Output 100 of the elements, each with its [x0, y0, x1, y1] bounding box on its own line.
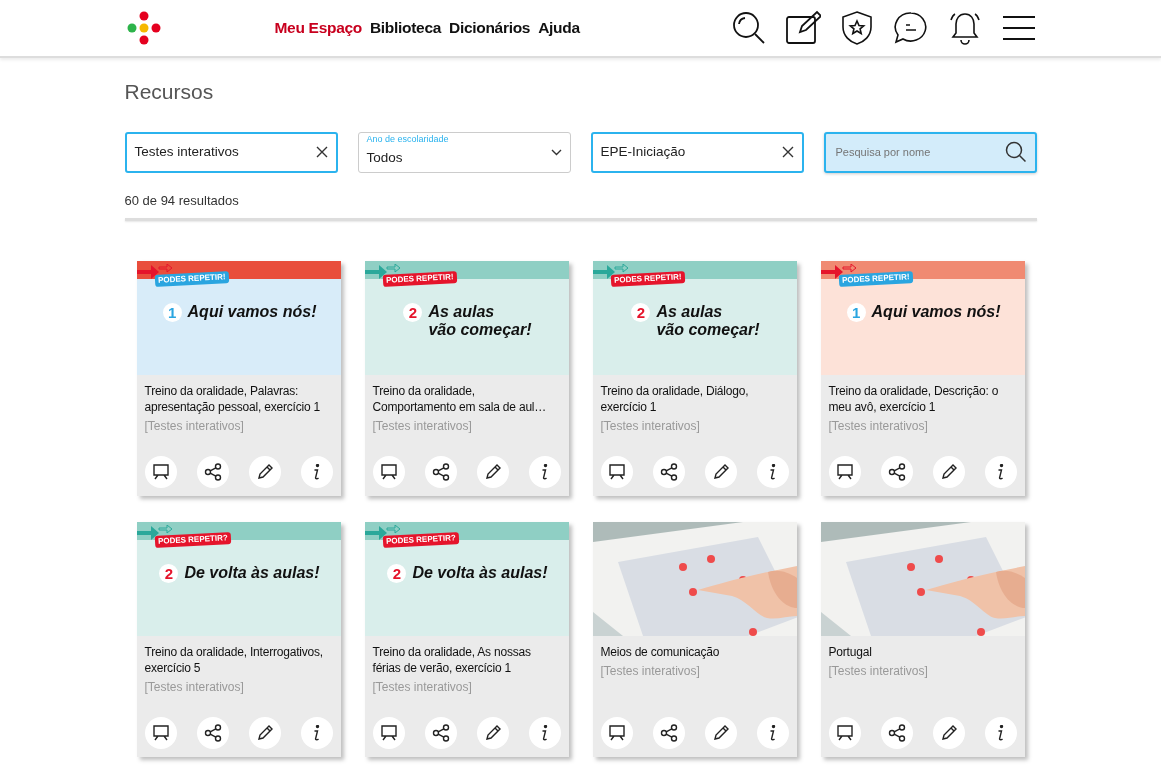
share-icon — [658, 462, 679, 482]
presentation-icon — [834, 462, 855, 482]
resource-card[interactable]: PODES REPETIR! 2 As aulas vão começar! Treino da oralidade, Comportamento em sala de aul… [Testes interativos] — [364, 261, 569, 496]
presentation-icon — [606, 462, 627, 482]
nav-link[interactable]: Ajuda — [538, 16, 580, 40]
dropdown-label: Ano de escolaridade — [366, 135, 449, 145]
share-button[interactable] — [424, 717, 457, 749]
resource-title: Treino da oralidade, As nossas férias de verão, exercício 1 — [371, 644, 532, 677]
info-icon — [541, 725, 548, 741]
cover-number: 1 — [846, 303, 866, 322]
search-icon[interactable] — [730, 10, 767, 46]
info-icon — [769, 725, 776, 741]
share-icon — [658, 723, 679, 743]
cover-number: 2 — [159, 564, 179, 583]
share-icon — [430, 723, 451, 743]
edit-icon[interactable] — [784, 10, 821, 46]
resource-type: [Testes interativos] — [827, 663, 929, 681]
nav-link[interactable]: Meu Espaço — [274, 16, 362, 40]
share-icon — [202, 723, 223, 743]
nav-link[interactable]: Dicionários — [449, 16, 531, 40]
info-button[interactable] — [300, 717, 333, 749]
cover-number: 2 — [631, 303, 651, 322]
edit-button[interactable] — [932, 456, 965, 488]
present-button[interactable] — [144, 456, 177, 488]
present-button[interactable] — [828, 456, 861, 488]
search-field[interactable]: Pesquisa por nome — [833, 142, 1005, 162]
cover-heading: De volta às aulas! — [184, 564, 320, 583]
cover-number: 2 — [387, 564, 407, 583]
present-button[interactable] — [600, 456, 633, 488]
edit-button[interactable] — [704, 717, 737, 749]
info-button[interactable] — [984, 717, 1017, 749]
info-icon — [769, 464, 776, 480]
cover-number: 2 — [403, 303, 423, 322]
resource-type: [Testes interativos] — [827, 418, 929, 436]
edit-button[interactable] — [476, 456, 509, 488]
page-title: Recursos — [124, 79, 215, 105]
resource-card[interactable]: PODES REPETIR? 2 De volta às aulas! Treino da oralidade, As nossas férias de verão, exercício 1 [Testes interativos] — [364, 522, 569, 757]
info-icon — [541, 464, 548, 480]
clear-icon[interactable] — [781, 146, 794, 158]
share-button[interactable] — [652, 717, 685, 749]
resource-card[interactable]: PODES REPETIR! 2 As aulas vão começar! Treino da oralidade, Diálogo, exercício 1 [Testes interativos] — [592, 261, 797, 496]
edit-button[interactable] — [476, 717, 509, 749]
share-icon — [430, 462, 451, 482]
edit-button[interactable] — [704, 456, 737, 488]
share-button[interactable] — [652, 456, 685, 488]
presentation-icon — [150, 462, 171, 482]
info-button[interactable] — [300, 456, 333, 488]
search-box[interactable]: Pesquisa por nome — [823, 131, 1037, 173]
filter-value: EPE-Iniciação — [600, 142, 686, 161]
presentation-icon — [834, 723, 855, 743]
present-button[interactable] — [144, 717, 177, 749]
info-button[interactable] — [528, 456, 561, 488]
cover-heading: Aqui vamos nós! — [871, 303, 1001, 322]
info-icon — [313, 725, 320, 741]
filter-value: Testes interativos — [134, 142, 239, 161]
present-button[interactable] — [600, 717, 633, 749]
present-button[interactable] — [372, 456, 405, 488]
presentation-icon — [378, 723, 399, 743]
resource-type: [Testes interativos] — [371, 679, 473, 697]
info-button[interactable] — [984, 456, 1017, 488]
grade-dropdown[interactable]: Ano de escolaridade Todos — [357, 131, 571, 173]
resource-card[interactable]: PODES REPETIR! 1 Aqui vamos nós! Treino da oralidade, Descrição: o meu avô, exercício 1 [Testes interativos] — [820, 261, 1025, 496]
share-button[interactable] — [196, 717, 229, 749]
resource-title: Treino da oralidade, Descrição: o meu avô, exercício 1 — [827, 383, 1000, 416]
resource-card[interactable]: Portugal [Testes interativos] — [820, 522, 1025, 757]
result-count: 60 de 94 resultados — [124, 191, 240, 210]
share-button[interactable] — [880, 717, 913, 749]
info-icon — [997, 464, 1004, 480]
edit-button[interactable] — [932, 717, 965, 749]
presentation-icon — [150, 723, 171, 743]
info-button[interactable] — [756, 717, 789, 749]
cover-heading: De volta às aulas! — [412, 564, 548, 583]
share-button[interactable] — [880, 456, 913, 488]
info-button[interactable] — [528, 717, 561, 749]
edit-button[interactable] — [248, 456, 281, 488]
share-button[interactable] — [196, 456, 229, 488]
resource-type: [Testes interativos] — [143, 418, 245, 436]
resource-type: [Testes interativos] — [599, 663, 701, 681]
chat-icon[interactable] — [892, 10, 929, 46]
share-button[interactable] — [424, 456, 457, 488]
filter-chip[interactable]: EPE-Iniciação — [590, 131, 804, 173]
cover-heading: As aulas vão começar! — [656, 303, 760, 340]
nav-link[interactable]: Biblioteca — [369, 16, 442, 40]
info-button[interactable] — [756, 456, 789, 488]
resource-title: Portugal — [827, 644, 873, 661]
share-icon — [886, 462, 907, 482]
resource-title: Treino da oralidade, Diálogo, exercício 1 — [599, 383, 750, 416]
present-button[interactable] — [828, 717, 861, 749]
clear-icon[interactable] — [315, 146, 328, 158]
chevron-icon — [550, 148, 562, 156]
share-icon — [886, 723, 907, 743]
resource-card[interactable]: Meios de comunicação [Testes interativos] — [592, 522, 797, 757]
filter-chip[interactable]: Testes interativos — [124, 131, 338, 173]
resource-title: Treino da oralidade, Interrogativos, exercício 5 — [143, 644, 324, 677]
resource-card[interactable]: PODES REPETIR? 2 De volta às aulas! Treino da oralidade, Interrogativos, exercício 5 [Testes interativos] — [136, 522, 341, 757]
search-icon[interactable] — [1004, 141, 1027, 163]
present-button[interactable] — [372, 717, 405, 749]
edit-button[interactable] — [248, 717, 281, 749]
info-icon — [997, 725, 1004, 741]
resource-card[interactable]: PODES REPETIR! 1 Aqui vamos nós! Treino da oralidade, Palavras: apresentação pessoal, exercício 1 [Testes interativos] — [136, 261, 341, 496]
